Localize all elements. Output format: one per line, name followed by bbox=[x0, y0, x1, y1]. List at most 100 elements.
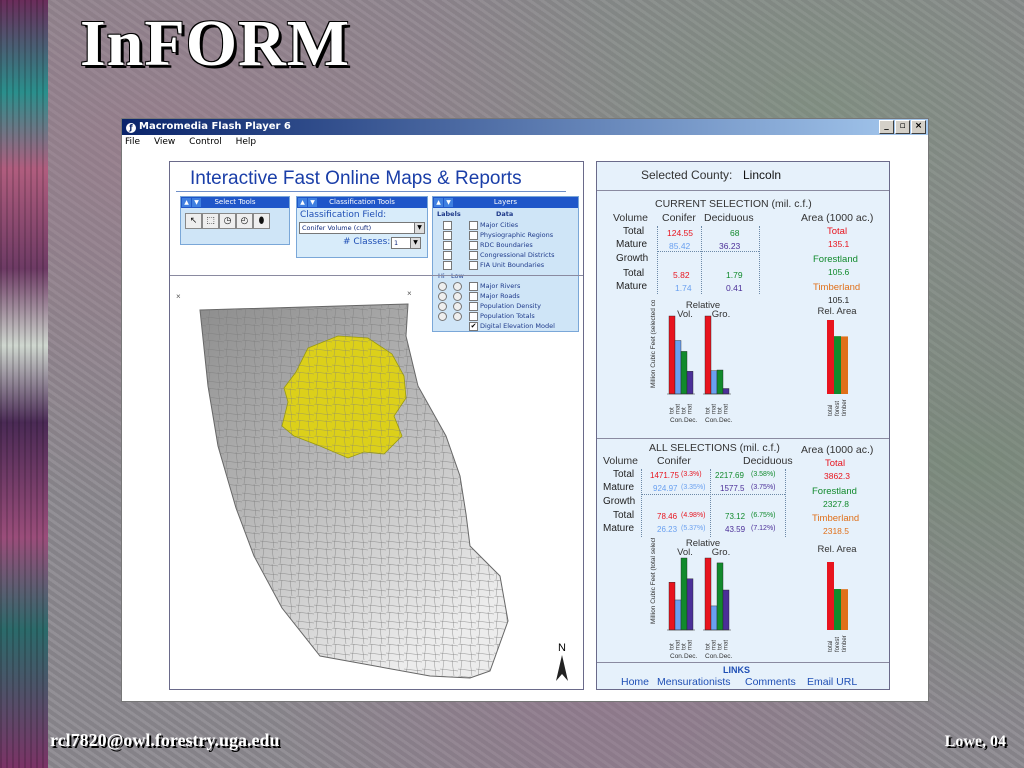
all-gr-mature-conifer-pct: (5.37%) bbox=[681, 525, 706, 532]
classification-field-select[interactable]: Conifer Volume (cuft) ▼ bbox=[299, 222, 425, 234]
layer-data-checkbox[interactable] bbox=[469, 261, 478, 270]
eraser-tool-button[interactable]: ⬮ bbox=[253, 213, 270, 229]
gro-label: Gro. bbox=[712, 309, 730, 320]
volume-label: Volume bbox=[613, 212, 649, 224]
all-forestland: 2327.8 bbox=[823, 499, 849, 509]
layer-data-checkbox[interactable] bbox=[469, 221, 478, 230]
current-selection-header: CURRENT SELECTION (mil. c.f.) bbox=[655, 198, 812, 210]
layer-label-checkbox[interactable] bbox=[443, 261, 452, 270]
area-tick-label: total bbox=[828, 641, 834, 652]
current-vol-mature-deciduous: 36.23 bbox=[719, 241, 741, 251]
title-underline bbox=[176, 191, 566, 192]
link-mensurationists[interactable]: Mensurationists bbox=[657, 676, 731, 688]
map-corner-mark: × bbox=[407, 289, 412, 298]
all-gr-mature-deciduous-pct: (7.12%) bbox=[751, 525, 776, 532]
current-gr-total-deciduous: 1.79 bbox=[726, 270, 743, 280]
bar-area-forestland bbox=[834, 336, 841, 394]
bar-gro-deciduous-total bbox=[716, 369, 724, 395]
deciduous-header: Deciduous bbox=[704, 212, 754, 224]
bar-gro-deciduous-total bbox=[716, 562, 724, 631]
maximize-button[interactable]: ▫ bbox=[895, 120, 910, 134]
volume-total-label: Total bbox=[623, 226, 645, 237]
all-vol-total-conifer: 1471.75 bbox=[650, 471, 679, 480]
county-divider bbox=[597, 190, 889, 191]
group-label-con: Con. bbox=[670, 653, 684, 660]
georgia-map[interactable]: × × N bbox=[170, 276, 583, 688]
bar-gro-deciduous-mature bbox=[722, 388, 730, 395]
bar-area-timberland bbox=[841, 336, 848, 394]
bar-vol-conifer-mature bbox=[674, 599, 682, 631]
radius-select-tool-button[interactable]: ◴ bbox=[236, 213, 253, 229]
layer-label-checkbox[interactable] bbox=[443, 231, 452, 240]
bar-gro-conifer-total bbox=[704, 315, 712, 395]
menu-view[interactable]: View bbox=[154, 137, 175, 147]
expand-arrow-icon[interactable]: ▼ bbox=[444, 198, 453, 207]
vol-label: Vol. bbox=[677, 547, 693, 558]
menu-file[interactable]: File bbox=[125, 137, 140, 147]
layer-congressional-districts: Congressional Districts bbox=[480, 251, 555, 259]
y-axis-label: Million Cubic Feet (selected county) bbox=[650, 300, 657, 388]
select-tools-label: Select Tools bbox=[214, 198, 256, 206]
bar-area-total bbox=[827, 562, 834, 630]
report-panel: Selected County: Lincoln CURRENT SELECTI… bbox=[596, 161, 890, 690]
layer-label-checkbox[interactable] bbox=[443, 251, 452, 260]
north-arrow-icon: N bbox=[556, 642, 568, 681]
expand-arrow-icon[interactable]: ▼ bbox=[192, 198, 201, 207]
conifer-header: Conifer bbox=[662, 212, 696, 224]
bar-vol-deciduous-mature bbox=[686, 578, 694, 631]
classes-select[interactable]: 1 ▼ bbox=[391, 237, 421, 249]
table-gridline bbox=[657, 251, 759, 252]
all-gr-total-deciduous-pct: (6.75%) bbox=[751, 512, 776, 519]
volume-mature-label: Mature bbox=[616, 239, 648, 250]
menu-help[interactable]: Help bbox=[236, 137, 257, 147]
table-gridline bbox=[641, 494, 785, 495]
link-email-url[interactable]: Email URL bbox=[807, 676, 857, 688]
layers-label: Layers bbox=[493, 198, 518, 206]
footer-email: rcl7820@owl.forestry.uga.edu bbox=[50, 730, 280, 750]
collapse-arrow-icon[interactable]: ▲ bbox=[298, 198, 307, 207]
layer-label-checkbox[interactable] bbox=[443, 221, 452, 230]
classes-label: # Classes: bbox=[343, 237, 391, 247]
group-label-con: Con. bbox=[670, 417, 684, 424]
menu-control[interactable]: Control bbox=[189, 137, 222, 147]
close-button[interactable]: × bbox=[911, 120, 926, 134]
menubar: File View Control Help bbox=[122, 135, 928, 150]
link-home[interactable]: Home bbox=[621, 676, 649, 688]
current-gr-mature-conifer: 1.74 bbox=[675, 283, 692, 293]
circle-select-tool-button[interactable]: ◷ bbox=[219, 213, 236, 229]
current-area-total: 135.1 bbox=[828, 239, 850, 249]
all-selections-charts: RelativeVol. Gro. Rel. AreaMillion Cubic F… bbox=[650, 538, 857, 660]
layer-data-checkbox[interactable] bbox=[469, 231, 478, 240]
area-tick-label: timber bbox=[842, 399, 848, 416]
minimize-button[interactable]: _ bbox=[879, 120, 894, 134]
current-gr-mature-deciduous: 0.41 bbox=[726, 283, 743, 293]
window-titlebar[interactable]: ƒ Macromedia Flash Player 6 _ ▫ × bbox=[122, 119, 928, 135]
all-area-header: Area (1000 ac.) bbox=[801, 444, 874, 456]
layer-fia-unit-boundaries: FIA Unit Boundaries bbox=[480, 261, 545, 269]
bar-gro-conifer-mature bbox=[710, 370, 718, 395]
collapse-arrow-icon[interactable]: ▲ bbox=[182, 198, 191, 207]
all-conifer-header: Conifer bbox=[657, 455, 691, 467]
all-gr-total-deciduous: 73.12 bbox=[725, 512, 746, 521]
link-comments[interactable]: Comments bbox=[745, 676, 796, 688]
rel-area-title: Rel. Area bbox=[817, 306, 857, 317]
app-title: Interactive Fast Online Maps & Reports bbox=[190, 168, 522, 189]
map-corner-mark: × bbox=[176, 292, 181, 301]
pointer-tool-button[interactable]: ↖ bbox=[185, 213, 202, 229]
current-vol-total-deciduous: 68 bbox=[730, 228, 740, 238]
all-gr-mature-deciduous: 43.59 bbox=[725, 525, 746, 534]
table-gridline bbox=[701, 226, 702, 294]
all-timberland: 2318.5 bbox=[823, 526, 849, 536]
all-area-total: 3862.3 bbox=[824, 471, 850, 481]
expand-arrow-icon[interactable]: ▼ bbox=[308, 198, 317, 207]
box-select-tool-button[interactable]: ⬚ bbox=[202, 213, 219, 229]
layer-data-checkbox[interactable] bbox=[469, 251, 478, 260]
collapse-arrow-icon[interactable]: ▲ bbox=[434, 198, 443, 207]
layer-data-checkbox[interactable] bbox=[469, 241, 478, 250]
table-gridline bbox=[657, 226, 658, 294]
all-volume-label: Volume bbox=[603, 455, 639, 467]
select-tools-panel: ▲ ▼ Select Tools ↖ ⬚ ◷ ◴ ⬮ bbox=[180, 196, 290, 245]
bar-tick-label: mat bbox=[724, 404, 730, 414]
layer-label-checkbox[interactable] bbox=[443, 241, 452, 250]
current-area-total-label: Total bbox=[827, 226, 848, 237]
